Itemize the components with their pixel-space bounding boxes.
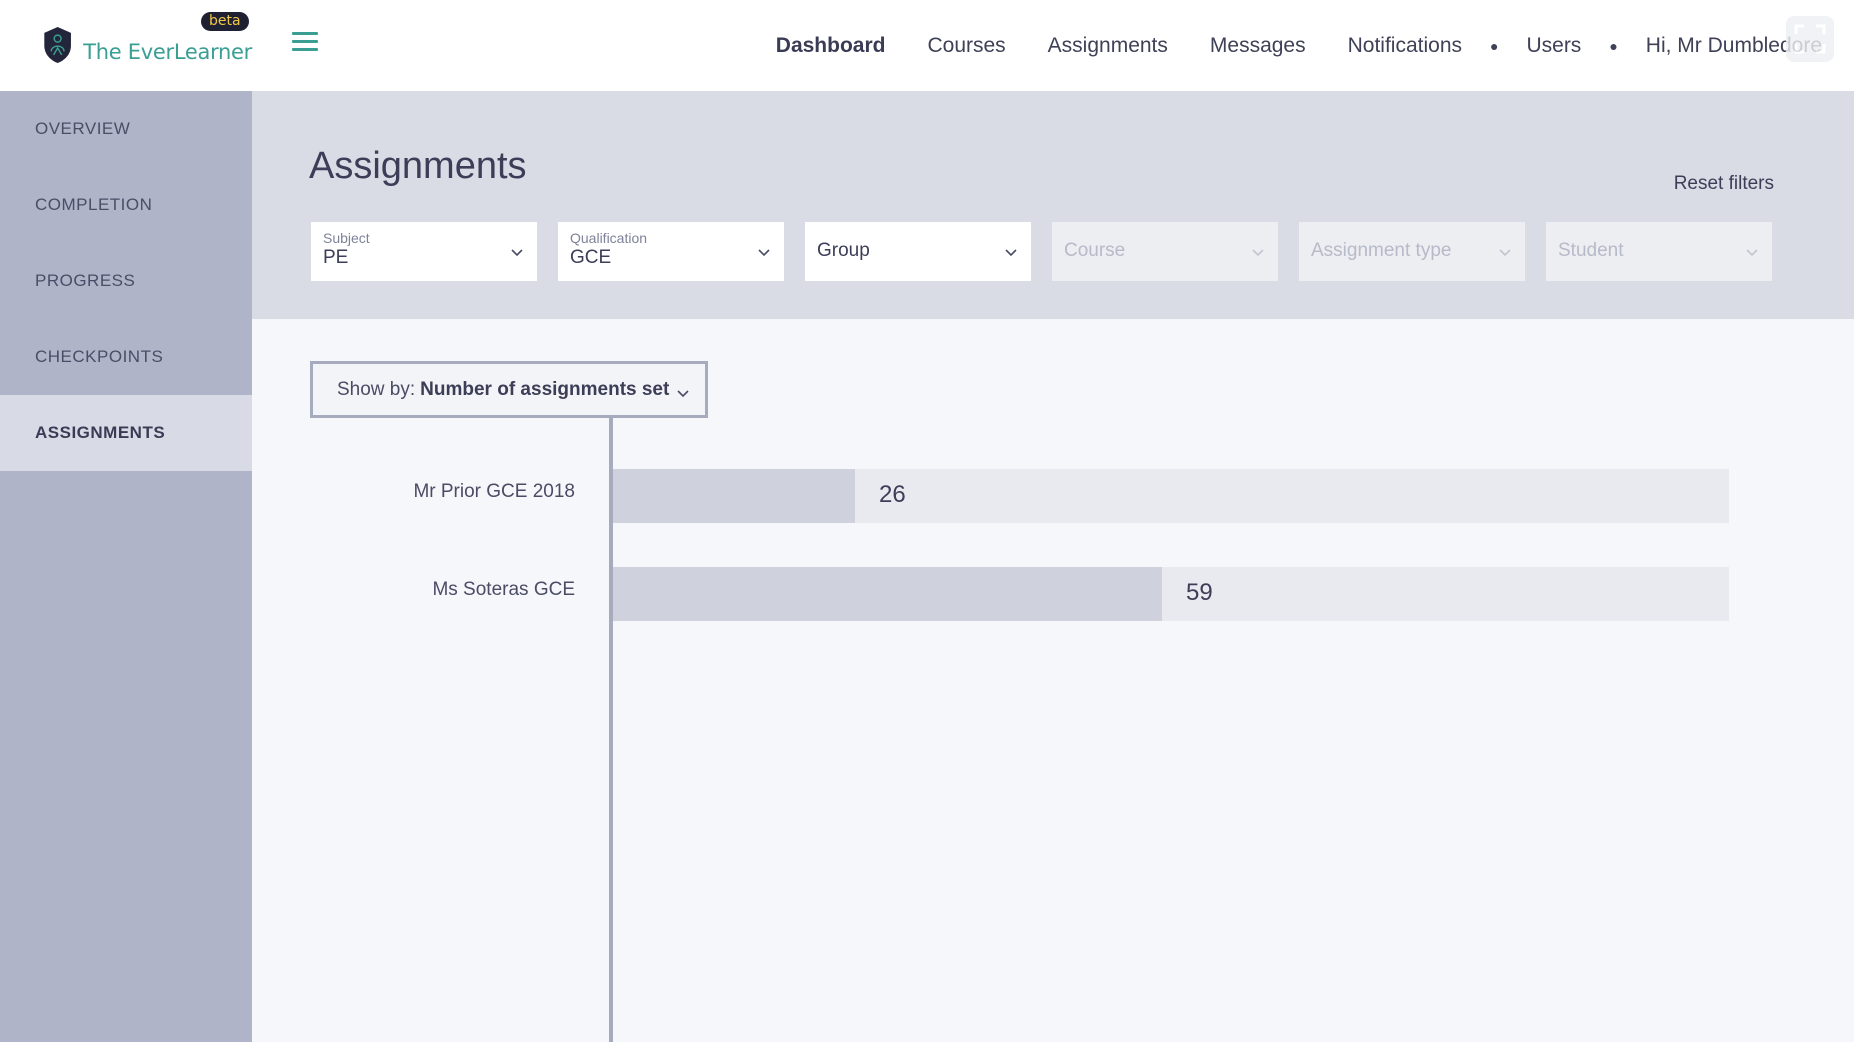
sidebar-item-checkpoints[interactable]: CHECKPOINTS bbox=[0, 319, 252, 395]
brand-logo[interactable]: The EverLearner beta bbox=[42, 10, 252, 80]
reset-filters-link[interactable]: Reset filters bbox=[1674, 173, 1774, 195]
nav-separator: ● bbox=[1490, 37, 1499, 54]
fullscreen-icon[interactable] bbox=[1786, 16, 1834, 62]
menu-toggle-icon[interactable] bbox=[292, 32, 318, 52]
filter-bar: Subject PE Qualification GCE Group Cours… bbox=[311, 222, 1793, 281]
bar-category-label: Ms Soteras GCE bbox=[432, 579, 575, 600]
chevron-down-icon bbox=[511, 249, 523, 257]
chevron-down-icon bbox=[1005, 249, 1017, 257]
qualification-filter-value: GCE bbox=[570, 247, 612, 268]
course-filter[interactable]: Course bbox=[1052, 222, 1278, 281]
nav-notifications[interactable]: Notifications bbox=[1348, 34, 1462, 58]
main-nav: Dashboard Courses Assignments Messages N… bbox=[734, 0, 1822, 91]
bar-row: Ms Soteras GCE 59 bbox=[0, 567, 1854, 621]
subject-filter-value: PE bbox=[323, 247, 349, 268]
qualification-filter-label: Qualification bbox=[570, 230, 648, 246]
nav-separator: ● bbox=[1609, 37, 1618, 54]
assignment-type-filter-placeholder: Assignment type bbox=[1311, 240, 1452, 261]
chevron-down-icon bbox=[1252, 249, 1264, 257]
sidebar-item-assignments[interactable]: ASSIGNMENTS bbox=[0, 395, 252, 471]
assignment-type-filter[interactable]: Assignment type bbox=[1299, 222, 1525, 281]
show-by-prefix: Show by: bbox=[337, 378, 416, 400]
show-by-dropdown[interactable]: Show by: Number of assignments set bbox=[310, 361, 708, 418]
qualification-filter[interactable]: Qualification GCE bbox=[558, 222, 784, 281]
bar-value-label: 59 bbox=[1186, 579, 1213, 606]
chevron-down-icon bbox=[1499, 249, 1511, 257]
chevron-down-icon bbox=[758, 249, 770, 257]
sidebar-item-completion[interactable]: COMPLETION bbox=[0, 167, 252, 243]
bar-row: Mr Prior GCE 2018 26 bbox=[0, 469, 1854, 523]
chevron-down-icon bbox=[1746, 249, 1758, 257]
student-filter[interactable]: Student bbox=[1546, 222, 1772, 281]
sidebar-item-progress[interactable]: PROGRESS bbox=[0, 243, 252, 319]
show-by-value: Number of assignments set bbox=[420, 378, 670, 400]
nav-assignments[interactable]: Assignments bbox=[1048, 34, 1168, 58]
nav-users[interactable]: Users bbox=[1526, 34, 1581, 58]
bar[interactable] bbox=[613, 469, 855, 523]
sidebar-item-overview[interactable]: OVERVIEW bbox=[0, 91, 252, 167]
group-filter[interactable]: Group bbox=[805, 222, 1031, 281]
brand-name: The EverLearner bbox=[83, 40, 252, 64]
subject-filter[interactable]: Subject PE bbox=[311, 222, 537, 281]
beta-badge: beta bbox=[201, 12, 249, 31]
bar-track: 59 bbox=[613, 567, 1729, 621]
top-bar: The EverLearner beta Dashboard Courses A… bbox=[0, 0, 1854, 91]
filters-header: Assignments Reset filters Subject PE Qua… bbox=[252, 91, 1854, 319]
nav-messages[interactable]: Messages bbox=[1210, 34, 1306, 58]
nav-dashboard[interactable]: Dashboard bbox=[776, 34, 886, 58]
nav-courses[interactable]: Courses bbox=[927, 34, 1005, 58]
subject-filter-label: Subject bbox=[323, 230, 370, 246]
course-filter-placeholder: Course bbox=[1064, 240, 1126, 261]
group-filter-placeholder: Group bbox=[817, 240, 870, 261]
shield-logo-icon bbox=[44, 27, 71, 63]
chevron-down-icon bbox=[677, 390, 689, 398]
page-title: Assignments bbox=[309, 145, 527, 187]
bar-category-label: Mr Prior GCE 2018 bbox=[413, 481, 575, 502]
student-filter-placeholder: Student bbox=[1558, 240, 1624, 261]
bar-track: 26 bbox=[613, 469, 1729, 523]
bar[interactable] bbox=[613, 567, 1162, 621]
bar-value-label: 26 bbox=[879, 481, 906, 508]
